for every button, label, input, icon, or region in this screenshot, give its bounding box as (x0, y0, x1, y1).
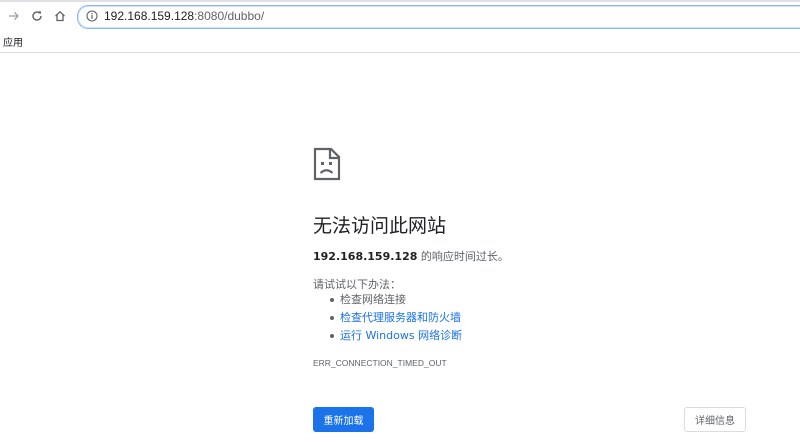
details-button[interactable]: 详细信息 (684, 407, 746, 432)
url-port-path: :8080/dubbo/ (194, 9, 265, 23)
bookmarks-bar: 应用 (0, 32, 800, 53)
suggestion-check-proxy-firewall[interactable]: 检查代理服务器和防火墙 (313, 309, 462, 327)
reload-page-button[interactable]: 重新加载 (313, 407, 374, 432)
bookmark-apps[interactable]: 应用 (3, 34, 23, 49)
address-bar[interactable]: 192.168.159.128:8080/dubbo/ (77, 5, 800, 29)
suggestion-check-network: 检查网络连接 (313, 291, 462, 309)
reload-icon (32, 11, 42, 21)
url-text[interactable]: 192.168.159.128:8080/dubbo/ (104, 9, 264, 23)
error-summary-suffix: 的响应时间过长。 (417, 250, 509, 263)
tab-strip (0, 0, 800, 2)
error-code: ERR_CONNECTION_TIMED_OUT (313, 358, 447, 368)
suggestion-run-diagnostics[interactable]: 运行 Windows 网络诊断 (313, 327, 462, 345)
home-button[interactable] (51, 7, 69, 25)
suggestions-heading: 请试试以下办法： (313, 278, 401, 291)
home-icon (55, 10, 65, 22)
sad-document-icon (313, 147, 341, 181)
arrow-forward-icon (9, 12, 19, 20)
suggestions-list: 检查网络连接 检查代理服务器和防火墙 运行 Windows 网络诊断 (313, 291, 462, 345)
error-title: 无法访问此网站 (313, 215, 447, 237)
info-icon[interactable] (86, 10, 98, 22)
browser-toolbar: 192.168.159.128:8080/dubbo/ (0, 0, 800, 32)
error-host: 192.168.159.128 (313, 250, 418, 263)
error-page: 无法访问此网站 192.168.159.128 的响应时间过长。 请试试以下办法… (0, 53, 800, 445)
error-summary: 192.168.159.128 的响应时间过长。 (313, 248, 509, 264)
reload-button[interactable] (28, 7, 46, 25)
forward-button[interactable] (5, 7, 23, 25)
url-host: 192.168.159.128 (104, 9, 195, 23)
